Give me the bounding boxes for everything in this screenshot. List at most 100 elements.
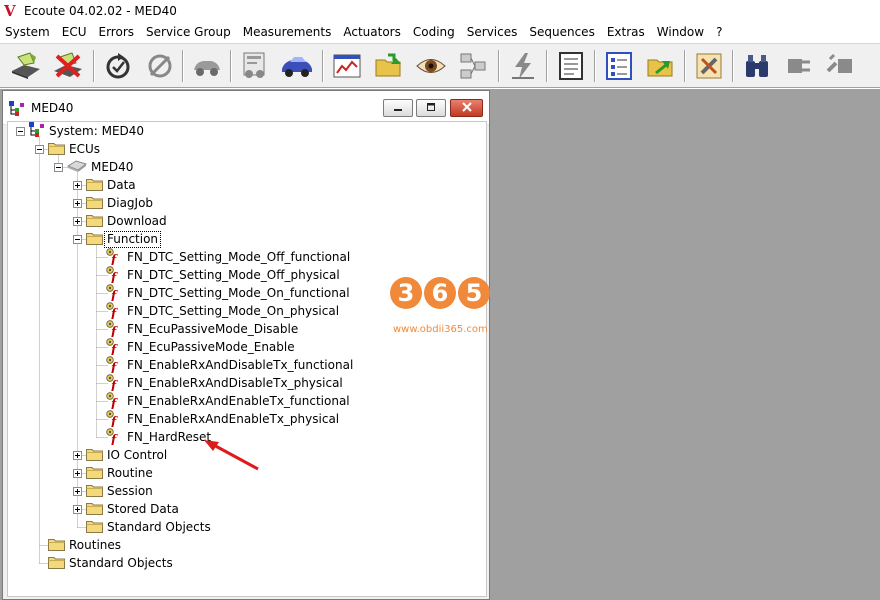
tree-node-label: IO Control <box>107 447 168 462</box>
tree-node-label: Standard Objects <box>107 519 211 534</box>
checklist-icon[interactable] <box>602 49 636 83</box>
menu-bar: System ECU Errors Service Group Measurem… <box>0 22 880 43</box>
tree-node-function[interactable]: f FN_DTC_Setting_Mode_Off_functional <box>105 247 352 266</box>
tree-node-ecu-child[interactable]: Data <box>86 176 138 194</box>
tree-node-function[interactable]: f FN_HardReset <box>105 427 213 448</box>
connect-icon[interactable] <box>9 49 43 83</box>
tree-node-function[interactable]: f FN_EcuPassiveMode_Disable <box>105 319 300 338</box>
expand-icon[interactable] <box>73 469 82 478</box>
menu-help[interactable]: ? <box>711 22 727 43</box>
tree-node-ecu[interactable]: MED40 <box>66 158 135 176</box>
toolbar <box>0 43 880 88</box>
menu-coding[interactable]: Coding <box>408 22 460 43</box>
expand-icon[interactable] <box>73 487 82 496</box>
tree-node-function[interactable]: f FN_EcuPassiveMode_Enable <box>105 337 297 356</box>
menu-errors[interactable]: Errors <box>94 22 140 43</box>
close-icon <box>461 101 472 115</box>
binoculars-icon[interactable] <box>740 49 774 83</box>
ecu-list-icon[interactable] <box>238 49 272 83</box>
menu-window[interactable]: Window <box>652 22 709 43</box>
collapse-icon[interactable] <box>73 235 82 244</box>
tree-node-function[interactable]: f FN_EnableRxAndEnableTx_functional <box>105 391 352 410</box>
watermark-digit: 6 <box>424 277 456 309</box>
tree-node-function[interactable]: f FN_EnableRxAndDisableTx_physical <box>105 373 345 392</box>
tree-node-function[interactable]: f FN_DTC_Setting_Mode_On_functional <box>105 283 352 302</box>
folder-icon <box>86 519 103 536</box>
expand-icon[interactable] <box>73 505 82 514</box>
tree-node-function[interactable]: f FN_DTC_Setting_Mode_Off_physical <box>105 265 342 284</box>
tree-node-ecu-child[interactable]: Function <box>86 230 162 248</box>
tree-node-system-child[interactable]: Standard Objects <box>48 554 175 572</box>
auto-detect-icon[interactable] <box>143 49 177 83</box>
plug-icon[interactable] <box>782 49 816 83</box>
expand-icon[interactable] <box>73 451 82 460</box>
tree-node-ecu-child[interactable]: IO Control <box>86 446 169 464</box>
menu-extras[interactable]: Extras <box>602 22 650 43</box>
menu-actuators[interactable]: Actuators <box>338 22 406 43</box>
menu-services[interactable]: Services <box>462 22 523 43</box>
collapse-icon[interactable] <box>54 163 63 172</box>
tree-node-label: System: MED40 <box>49 123 145 138</box>
toolbar-separator <box>230 50 232 82</box>
flash-icon[interactable] <box>506 49 540 83</box>
car-icon[interactable] <box>280 49 314 83</box>
toolbar-separator <box>546 50 548 82</box>
restore-button[interactable] <box>416 99 446 117</box>
document-icon[interactable] <box>554 49 588 83</box>
tree-node-label: FN_EnableRxAndEnableTx_functional <box>127 393 350 408</box>
tools-icon[interactable] <box>692 49 726 83</box>
menu-sequences[interactable]: Sequences <box>524 22 599 43</box>
function-icon: f <box>105 427 123 448</box>
tree-node-ecu-child[interactable]: Session <box>86 482 155 500</box>
open-folder-icon[interactable] <box>372 49 406 83</box>
menu-ecu[interactable]: ECU <box>57 22 92 43</box>
tree-node-ecu-child[interactable]: Routine <box>86 464 155 482</box>
svg-text:f: f <box>110 378 118 391</box>
tree-node-ecus[interactable]: ECUs <box>48 140 102 158</box>
child-window-title: MED40 <box>31 101 74 115</box>
minimize-button[interactable] <box>383 99 413 117</box>
toolbar-separator <box>322 50 324 82</box>
tree-node-system-child[interactable]: Routines <box>48 536 123 554</box>
menu-measurements[interactable]: Measurements <box>238 22 337 43</box>
tree-node-ecu-child[interactable]: DiagJob <box>86 194 155 212</box>
expand-icon[interactable] <box>73 181 82 190</box>
tree-node-function[interactable]: f FN_EnableRxAndEnableTx_physical <box>105 409 341 428</box>
toolbar-separator <box>594 50 596 82</box>
child-window-titlebar[interactable]: MED40 <box>3 91 489 125</box>
tree-node-label: Routine <box>107 465 153 480</box>
menu-system[interactable]: System <box>0 22 55 43</box>
folder-icon <box>86 483 103 500</box>
eye-icon[interactable] <box>414 49 448 83</box>
export-folder-icon[interactable] <box>644 49 678 83</box>
menu-service-group[interactable]: Service Group <box>141 22 236 43</box>
unplug-icon[interactable] <box>824 49 858 83</box>
close-button[interactable] <box>450 99 483 117</box>
tree-window-icon <box>9 101 25 120</box>
toolbar-separator <box>498 50 500 82</box>
app-title: Ecoute 04.02.02 - MED40 <box>24 4 177 18</box>
ecu-tree-view[interactable]: System: MED40 ECUs MED40 Data DiagJob Downloa… <box>7 121 487 597</box>
expand-icon[interactable] <box>73 199 82 208</box>
tree-node-function[interactable]: f FN_DTC_Setting_Mode_On_physical <box>105 301 341 320</box>
refresh-icon[interactable] <box>101 49 135 83</box>
toolbar-separator <box>93 50 95 82</box>
tree-node-function[interactable]: f FN_EnableRxAndDisableTx_functional <box>105 355 355 374</box>
network-icon[interactable] <box>456 49 490 83</box>
folder-icon <box>86 231 103 248</box>
toolbar-separator <box>684 50 686 82</box>
disconnect-icon[interactable] <box>51 49 85 83</box>
tree-node-ecu-child[interactable]: Standard Objects <box>86 518 213 536</box>
svg-text:f: f <box>110 432 118 445</box>
tree-node-ecu-child[interactable]: Download <box>86 212 169 230</box>
watermark-digit: 5 <box>458 277 490 309</box>
collapse-icon[interactable] <box>35 145 44 154</box>
folder-icon <box>48 141 65 158</box>
tree-node-system[interactable]: System: MED40 <box>29 122 146 140</box>
collapse-icon[interactable] <box>16 127 25 136</box>
vehicle-icon[interactable] <box>190 49 224 83</box>
chart-icon[interactable] <box>330 49 364 83</box>
tree-node-ecu-child[interactable]: Stored Data <box>86 500 181 518</box>
expand-icon[interactable] <box>73 217 82 226</box>
tree-node-label: Standard Objects <box>69 555 173 570</box>
